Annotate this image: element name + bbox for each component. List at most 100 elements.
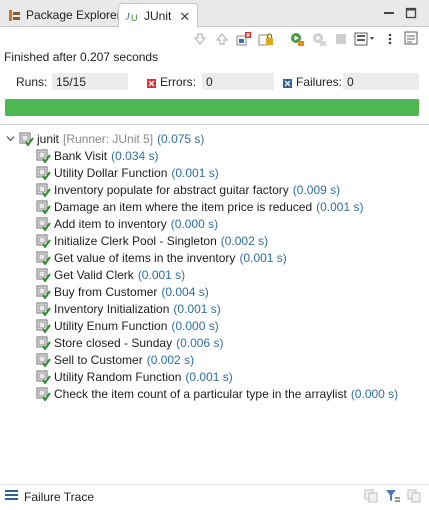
test-row[interactable]: Initialize Clerk Pool - Singleton (0.002 … — [36, 232, 268, 249]
test-row[interactable]: Add item to inventory (0.000 s) — [36, 215, 218, 232]
test-time: (0.001 s) — [171, 165, 219, 180]
test-passed-icon — [36, 216, 51, 231]
test-time: (0.002 s) — [146, 352, 195, 367]
failures-value: 0 — [343, 73, 419, 90]
minimize-icon[interactable] — [382, 6, 396, 20]
test-time: (0.002 s) — [220, 233, 269, 248]
test-passed-icon — [36, 148, 51, 163]
close-icon[interactable]: ✕ — [179, 10, 190, 23]
view-menu-icon[interactable] — [380, 30, 399, 48]
test-time: (0.001 s) — [185, 369, 233, 384]
test-row[interactable]: Utility Random Function (0.001 s) — [36, 368, 233, 385]
test-passed-icon — [36, 284, 51, 299]
collapse-tree-icon[interactable] — [402, 30, 421, 48]
svg-text:U: U — [131, 13, 138, 23]
test-time: (0.004 s) — [161, 284, 209, 299]
test-row[interactable]: Inventory populate for abstract guitar f… — [36, 181, 340, 198]
test-time: (0.034 s) — [111, 148, 159, 163]
runs-value: 15/15 — [52, 73, 128, 90]
test-passed-icon — [36, 369, 51, 384]
test-name: Check the item count of a particular typ… — [54, 386, 347, 401]
package-explorer-icon — [8, 9, 21, 22]
toolbar-separator — [278, 30, 284, 48]
tab-junit[interactable]: JU JUnit ✕ — [118, 3, 198, 28]
test-passed-icon — [36, 182, 51, 197]
test-passed-icon — [36, 233, 51, 248]
next-failure-icon[interactable] — [190, 30, 209, 48]
compare-icon[interactable] — [364, 489, 378, 506]
test-passed-icon — [36, 165, 51, 180]
stop-icon[interactable] — [331, 30, 350, 48]
copy-trace-icon[interactable] — [407, 489, 421, 506]
test-row[interactable]: Check the item count of a particular typ… — [36, 385, 398, 402]
tree-root-runner: [Runner: JUnit 5] — [63, 131, 154, 146]
view-tab-bar: Package Explorer JU JUnit ✕ — [0, 0, 429, 28]
test-row[interactable]: Bank Visit (0.034 s) — [36, 147, 159, 164]
test-passed-icon — [36, 301, 51, 316]
run-counters: Runs: 15/15 Errors: 0 Failures: 0 — [0, 71, 429, 93]
failure-trace-header: Failure Trace — [0, 484, 429, 506]
test-name: Bank Visit — [54, 148, 108, 163]
filter-trace-icon[interactable] — [385, 489, 401, 506]
test-row[interactable]: Get value of items in the inventory (0.00… — [36, 249, 287, 266]
chevron-down-icon[interactable] — [4, 134, 16, 143]
failure-trace-icon — [5, 489, 19, 504]
test-row[interactable]: Get Valid Clerk (0.001 s) — [36, 266, 185, 283]
test-row[interactable]: Damage an item where the item price is r… — [36, 198, 363, 215]
test-suite-icon — [19, 131, 34, 146]
test-passed-icon — [36, 267, 51, 282]
run-status-text: Finished after 0.207 seconds — [4, 50, 159, 64]
test-progress-bar — [5, 99, 419, 116]
tab-package-explorer-label: Package Explorer — [26, 8, 121, 22]
test-time: (0.000 s) — [170, 216, 219, 231]
test-time: (0.001 s) — [239, 250, 287, 265]
tree-root-row[interactable]: junit [Runner: JUnit 5] (0.075 s) — [4, 130, 204, 147]
previous-failure-icon[interactable] — [212, 30, 231, 48]
test-time: (0.000 s) — [350, 386, 399, 401]
test-row[interactable]: Store closed - Sunday (0.006 s) — [36, 334, 223, 351]
scroll-lock-icon[interactable] — [256, 30, 275, 48]
test-name: Utility Dollar Function — [54, 165, 168, 180]
test-time: (0.006 s) — [176, 335, 224, 350]
tab-junit-label: JUnit — [144, 9, 172, 23]
test-name: Store closed - Sunday — [54, 335, 173, 350]
test-tree[interactable]: junit [Runner: JUnit 5] (0.075 s) Bank V… — [0, 124, 429, 480]
test-name: Get Valid Clerk — [54, 267, 134, 282]
test-name: Add item to inventory — [54, 216, 167, 231]
test-time: (0.001 s) — [137, 267, 186, 282]
test-passed-icon — [36, 199, 51, 214]
errors-value: 0 — [202, 73, 274, 90]
test-time: (0.001 s) — [173, 301, 221, 316]
test-name: Initialize Clerk Pool - Singleton — [54, 233, 217, 248]
test-passed-icon — [36, 250, 51, 265]
test-name: Utility Random Function — [54, 369, 182, 384]
test-name: Utility Enum Function — [54, 318, 168, 333]
failures-label: Failures: — [296, 75, 343, 89]
test-name: Inventory populate for abstract guitar f… — [54, 182, 289, 197]
failure-trace-label: Failure Trace — [24, 490, 95, 504]
test-progress-fill — [5, 99, 419, 116]
test-passed-icon — [36, 352, 51, 367]
failure-icon — [283, 77, 292, 88]
test-name: Sell to Customer — [54, 352, 143, 367]
show-failures-only-icon[interactable] — [234, 30, 253, 48]
test-time: (0.009 s) — [292, 182, 341, 197]
maximize-icon[interactable] — [404, 6, 418, 20]
tree-root-name: junit — [37, 131, 60, 146]
test-name: Buy from Customer — [54, 284, 158, 299]
test-passed-icon — [36, 318, 51, 333]
test-name: Get value of items in the inventory — [54, 250, 236, 265]
rerun-failed-first-icon[interactable] — [309, 30, 328, 48]
rerun-icon[interactable] — [287, 30, 306, 48]
test-row[interactable]: Buy from Customer (0.004 s) — [36, 283, 209, 300]
errors-label: Errors: — [160, 75, 196, 89]
test-row[interactable]: Utility Dollar Function (0.001 s) — [36, 164, 219, 181]
error-icon — [147, 77, 156, 88]
junit-toolbar — [190, 30, 421, 48]
junit-icon: JU — [125, 9, 139, 23]
test-row[interactable]: Inventory Initialization (0.001 s) — [36, 300, 221, 317]
tab-package-explorer[interactable]: Package Explorer — [2, 3, 127, 27]
history-icon[interactable] — [353, 30, 377, 48]
test-row[interactable]: Utility Enum Function (0.000 s) — [36, 317, 219, 334]
test-row[interactable]: Sell to Customer (0.002 s) — [36, 351, 194, 368]
